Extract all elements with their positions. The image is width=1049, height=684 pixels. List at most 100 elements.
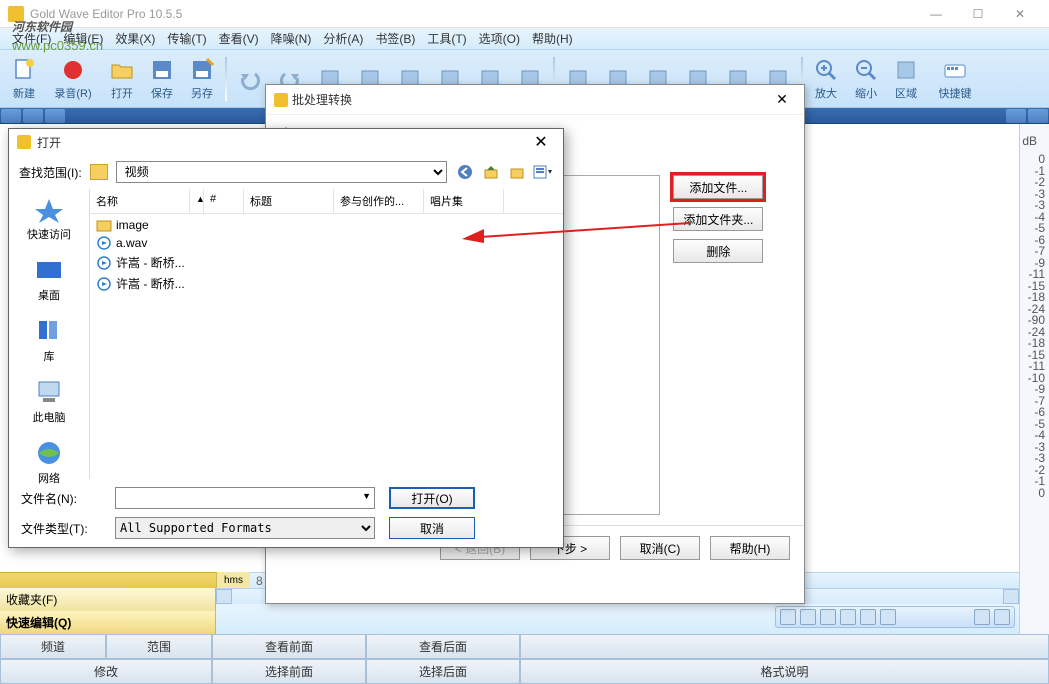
toolbar-label: 区域 xyxy=(895,85,917,101)
rewind-button[interactable] xyxy=(840,609,856,625)
sidebar-库[interactable]: 库 xyxy=(33,317,65,364)
sidebar-快速访问[interactable]: 快速访问 xyxy=(27,195,71,242)
sub-tool-r1[interactable] xyxy=(1006,109,1026,123)
filename-label: 文件名(N): xyxy=(21,490,101,507)
saveas-icon xyxy=(189,57,215,83)
toolbar-label: 打开 xyxy=(111,85,133,101)
open-button[interactable]: 打开(O) xyxy=(389,487,475,509)
filetype-label: 文件类型(T): xyxy=(21,520,101,537)
sub-tool-1[interactable] xyxy=(1,109,21,123)
filetype-select[interactable]: All Supported Formats xyxy=(115,517,375,539)
sidebar-label: 网络 xyxy=(38,470,60,486)
menu-4[interactable]: 查看(V) xyxy=(213,28,265,49)
db-tick: -6 xyxy=(1020,405,1049,417)
sub-tool-2[interactable] xyxy=(23,109,43,123)
db-tick: 0 xyxy=(1020,486,1049,498)
file-row[interactable]: 许嵩 - 断桥... xyxy=(90,273,563,294)
view-menu-icon[interactable] xyxy=(533,162,553,182)
db-tick: -2 xyxy=(1020,463,1049,475)
pause-button[interactable] xyxy=(800,609,816,625)
toolbar-open[interactable]: 打开 xyxy=(102,52,142,106)
status-cell xyxy=(520,634,1049,659)
zoom-tool-button[interactable] xyxy=(974,609,990,625)
menu-10[interactable]: 帮助(H) xyxy=(526,28,579,49)
filename-dropdown-icon[interactable]: ▼ xyxy=(362,491,371,501)
minimize-button[interactable]: — xyxy=(915,1,957,27)
zoomout-icon xyxy=(853,57,879,83)
sidebar-此电脑[interactable]: 此电脑 xyxy=(33,378,66,425)
stop-button[interactable] xyxy=(820,609,836,625)
sub-tool-3[interactable] xyxy=(45,109,65,123)
forward-button[interactable] xyxy=(860,609,876,625)
column-header[interactable]: 唱片集 xyxy=(424,189,504,213)
sub-tool-r2[interactable] xyxy=(1028,109,1048,123)
menu-1[interactable]: 编辑(E) xyxy=(57,28,109,49)
scroll-left[interactable] xyxy=(216,589,232,604)
open-app-icon xyxy=(17,135,31,149)
toolbar-saveas[interactable]: 另存 xyxy=(182,52,222,106)
open-icon xyxy=(109,57,135,83)
status-bar: 频道范围查看前面查看后面修改选择前面选择后面格式说明 xyxy=(0,634,1049,684)
file-row[interactable]: 许嵩 - 断桥... xyxy=(90,252,563,273)
add-file-button[interactable]: 添加文件... xyxy=(673,175,763,199)
db-tick: -6 xyxy=(1020,233,1049,245)
toolbar-save[interactable]: 保存 xyxy=(142,52,182,106)
toolbar-keys[interactable]: 快捷键 xyxy=(926,52,984,106)
batch-close-button[interactable]: ✕ xyxy=(768,91,796,108)
tab-favorites[interactable]: 收藏夹(F) xyxy=(0,588,216,611)
status-cell: 频道 xyxy=(0,634,106,659)
close-button[interactable]: ✕ xyxy=(999,1,1041,27)
db-tick: -11 xyxy=(1020,359,1049,371)
hand-tool-button[interactable] xyxy=(994,609,1010,625)
filename-input[interactable] xyxy=(115,487,375,509)
toolbar-new[interactable]: 新建 xyxy=(4,52,44,106)
sidebar-icon xyxy=(33,256,65,284)
new-folder-icon[interactable] xyxy=(507,162,527,182)
file-row[interactable]: a.wav xyxy=(90,234,563,252)
column-header[interactable]: # xyxy=(204,189,244,213)
menu-2[interactable]: 效果(X) xyxy=(109,28,161,49)
file-row[interactable]: image xyxy=(90,216,563,234)
loop-button[interactable] xyxy=(880,609,896,625)
toolbar-zoomsel[interactable]: 区域 xyxy=(886,52,926,106)
db-tick: -2 xyxy=(1020,175,1049,187)
sidebar-桌面[interactable]: 桌面 xyxy=(33,256,65,303)
back-icon[interactable] xyxy=(455,162,475,182)
add-folder-button[interactable]: 添加文件夹... xyxy=(673,207,763,231)
open-cancel-button[interactable]: 取消 xyxy=(389,517,475,539)
open-close-button[interactable]: ✕ xyxy=(527,132,555,152)
up-icon[interactable] xyxy=(481,162,501,182)
db-tick: -5 xyxy=(1020,221,1049,233)
menu-8[interactable]: 工具(T) xyxy=(421,28,472,49)
play-button[interactable] xyxy=(780,609,796,625)
menu-0[interactable]: 文件(F) xyxy=(6,28,57,49)
cancel-button[interactable]: 取消(C) xyxy=(620,536,700,560)
toolbar-record[interactable]: 录音(R) xyxy=(44,52,102,106)
lookin-select[interactable]: 视频 xyxy=(116,161,447,183)
db-tick: -4 xyxy=(1020,428,1049,440)
menu-7[interactable]: 书签(B) xyxy=(369,28,421,49)
column-header[interactable]: 名称 xyxy=(90,189,190,213)
column-header[interactable]: 参与创作的... xyxy=(334,189,424,213)
toolbar-zoomout[interactable]: 缩小 xyxy=(846,52,886,106)
toolbar-zoomin[interactable]: 放大 xyxy=(806,52,846,106)
tab-quick-edit[interactable]: 快速编辑(Q) xyxy=(0,611,216,634)
db-tick: -9 xyxy=(1020,256,1049,268)
delete-button[interactable]: 删除 xyxy=(673,239,763,263)
hms-label: hms xyxy=(216,572,250,588)
sidebar-网络[interactable]: 网络 xyxy=(33,439,65,486)
help-button[interactable]: 帮助(H) xyxy=(710,536,790,560)
toolbar-undo[interactable] xyxy=(230,52,270,106)
maximize-button[interactable]: ☐ xyxy=(957,1,999,27)
column-header[interactable]: 标题 xyxy=(244,189,334,213)
menu-5[interactable]: 降噪(N) xyxy=(265,28,318,49)
folder-icon xyxy=(96,218,112,232)
scroll-right[interactable] xyxy=(1003,589,1019,604)
db-tick: -3 xyxy=(1020,451,1049,463)
title-bar: Gold Wave Editor Pro 10.5.5 — ☐ ✕ xyxy=(0,0,1049,28)
menu-3[interactable]: 传输(T) xyxy=(161,28,212,49)
db-tick: -3 xyxy=(1020,187,1049,199)
menu-9[interactable]: 选项(O) xyxy=(473,28,526,49)
sidebar-icon xyxy=(33,439,65,467)
menu-6[interactable]: 分析(A) xyxy=(317,28,369,49)
